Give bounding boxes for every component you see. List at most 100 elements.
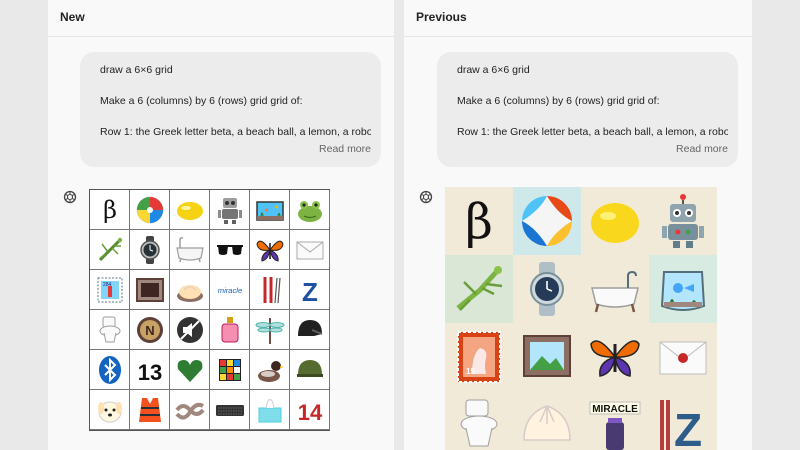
stamp-value: 284 (103, 282, 112, 288)
prompt-line: Row 1: the Greek letter beta, a beach ba… (457, 126, 728, 138)
picture-frame-icon (523, 335, 571, 377)
grid-cell-dumpling (513, 391, 581, 450)
comparison-pane-new: New draw a 6×6 grid Make a 6 (columns) b… (48, 0, 394, 450)
grid-cell-green-heart (170, 350, 210, 390)
grid-cell-beach-ball (130, 190, 170, 230)
grid-cell-dragonfly (250, 310, 290, 350)
divider (404, 36, 752, 37)
pane-title: Previous (416, 10, 467, 24)
keyboard-icon (215, 404, 244, 416)
divider (48, 36, 394, 37)
openai-logo-icon (419, 190, 433, 204)
dragonfly-icon (255, 317, 284, 344)
grid-cell-picture-frame (130, 270, 170, 310)
grid-cell-army-helmet (290, 350, 330, 390)
coin-icon: N (136, 316, 163, 343)
stamp-value: 15 (466, 367, 475, 376)
grid-cell-postage-stamp: 15 (445, 323, 513, 391)
read-more-link[interactable]: Read more (676, 143, 728, 155)
miracle-jar-icon: MIRACLE (589, 401, 641, 450)
grid-cell-bathtub (170, 230, 210, 270)
perfume-bottle-icon (221, 316, 238, 342)
grid-cell-aquarium (649, 255, 717, 323)
grid-cell-life-vest (130, 390, 170, 430)
helmet-icon (297, 319, 322, 336)
grid-cell-beach-ball (513, 187, 581, 255)
bathtub-icon (175, 236, 204, 262)
aquarium-icon (660, 271, 706, 311)
army-helmet-icon (296, 359, 323, 377)
openai-logo-icon (63, 190, 77, 204)
toilet-icon (460, 399, 498, 447)
beta-glyph: β (103, 196, 117, 224)
bathtub-icon (591, 270, 639, 313)
grid-cell-frog (290, 190, 330, 230)
tissue-box-icon (258, 398, 281, 422)
prompt-line: draw a 6×6 grid (457, 64, 530, 76)
grid-cell-wristwatch (130, 230, 170, 270)
miracle-text: MIRACLE (592, 404, 638, 415)
green-heart-icon (177, 359, 202, 382)
generated-image-grid[interactable]: β (445, 187, 717, 450)
praying-mantis-icon (98, 237, 122, 261)
grid-cell-envelope (290, 230, 330, 270)
comparison-pane-previous: Previous draw a 6×6 grid Make a 6 (colum… (404, 0, 752, 450)
grid-cell-bluetooth (90, 350, 130, 390)
envelope-icon (296, 241, 323, 259)
sunglasses-icon (216, 244, 243, 255)
user-prompt-bubble: draw a 6×6 grid Make a 6 (columns) by 6 … (437, 52, 738, 167)
grid-cell-robot (210, 190, 250, 230)
robot-icon (662, 194, 704, 248)
wristwatch-icon (139, 235, 160, 264)
grid-cell-butterfly (250, 230, 290, 270)
grid-cell-keyboard (210, 390, 250, 430)
prompt-line: Row 1: the Greek letter beta, a beach ba… (100, 126, 371, 138)
grid-cell-praying-mantis (90, 230, 130, 270)
grid-cell-envelope (649, 323, 717, 391)
envelope-icon (659, 341, 707, 375)
picture-frame-icon (135, 277, 164, 302)
grid-cell-tissue-box (250, 390, 290, 430)
read-more-link[interactable]: Read more (319, 143, 371, 155)
pane-title: New (60, 10, 85, 24)
grid-cell-number-14: 14 (290, 390, 330, 430)
grid-cell-beta: β (90, 190, 130, 230)
generated-image-grid[interactable]: β (89, 189, 330, 431)
letter-z-glyph: Z (674, 404, 702, 450)
beach-ball-icon (522, 196, 572, 246)
number-14-glyph: 14 (297, 400, 322, 425)
puppy-icon (97, 401, 122, 422)
grid-cell-coin: N (130, 310, 170, 350)
grid-cell-picture-frame (513, 323, 581, 391)
dumpling-icon (176, 284, 203, 302)
grid-cell-letter-z: Z (290, 270, 330, 310)
prompt-line: Make a 6 (columns) by 6 (rows) grid grid… (457, 95, 660, 107)
prompt-line: Make a 6 (columns) by 6 (rows) grid grid… (100, 95, 303, 107)
grid-cell-perfume-bottle (210, 310, 250, 350)
letter-z-glyph: Z (302, 277, 318, 306)
user-prompt-bubble: draw a 6×6 grid Make a 6 (columns) by 6 … (80, 52, 381, 167)
praying-mantis-icon (456, 266, 503, 311)
grid-cell-lemon (581, 187, 649, 255)
postage-stamp-icon: 15 (457, 331, 501, 383)
grid-cell-robot (649, 187, 717, 255)
miracle-text: miracle (217, 286, 241, 295)
grid-cell-wristwatch (513, 255, 581, 323)
lemon-icon (176, 201, 203, 220)
grid-cell-butterfly (581, 323, 649, 391)
grid-cell-toilet (445, 391, 513, 450)
grid-cell-rope-knot (170, 390, 210, 430)
lemon-icon (591, 203, 639, 243)
svg-text:N: N (145, 323, 154, 338)
grid-cell-sunglasses (210, 230, 250, 270)
prompt-line: draw a 6×6 grid (100, 64, 173, 76)
skis-icon (660, 400, 670, 450)
grid-cell-muted-speaker (170, 310, 210, 350)
bluetooth-icon (98, 355, 121, 384)
grid-cell-puppy (90, 390, 130, 430)
grid-cell-toilet (90, 310, 130, 350)
wristwatch-icon (530, 262, 564, 316)
grid-cell-skis (250, 270, 290, 310)
butterfly-icon (255, 240, 284, 262)
life-vest-icon (138, 397, 161, 422)
